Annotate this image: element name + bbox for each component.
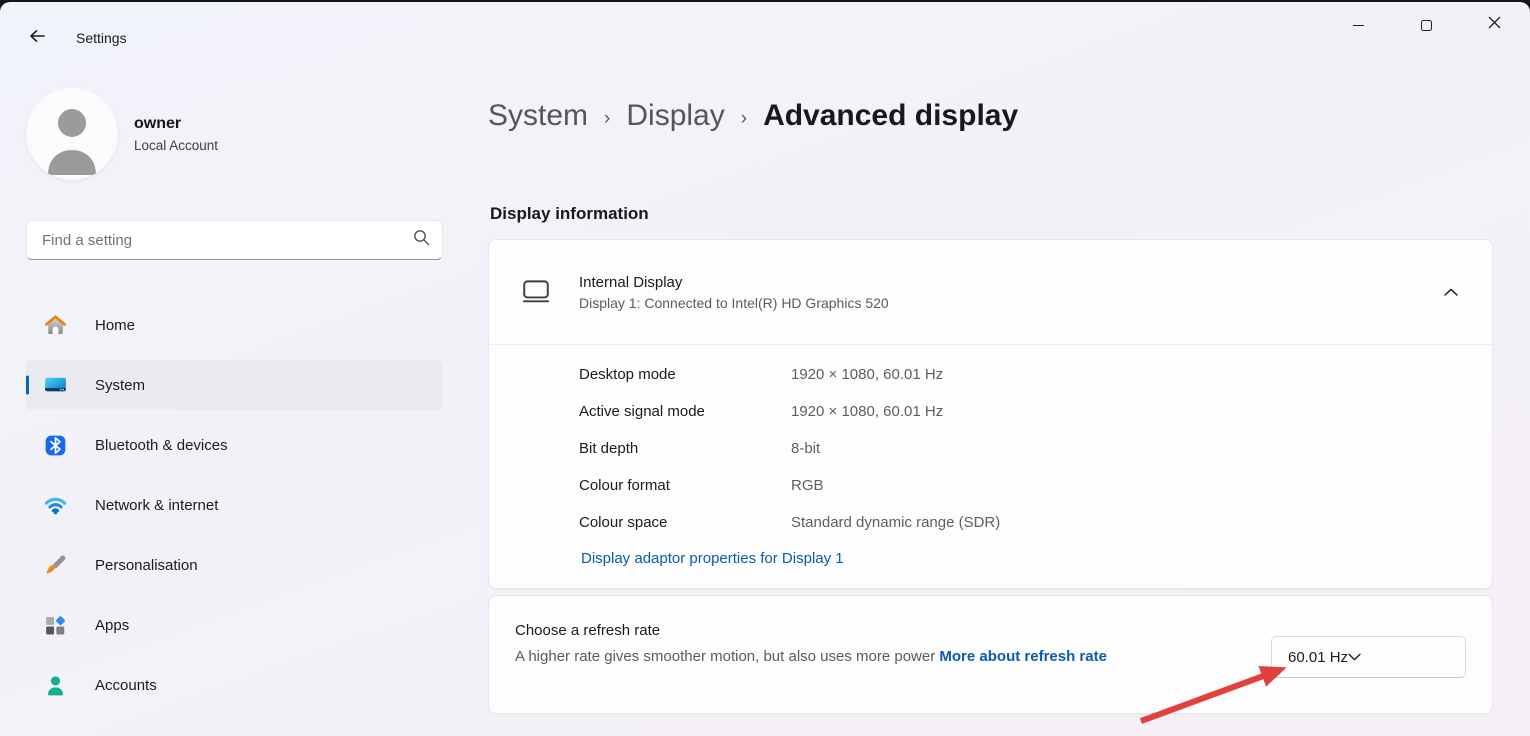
search-box xyxy=(26,220,443,260)
detail-value: 1920 × 1080, 60.01 Hz xyxy=(791,403,943,420)
sidebar-item-label: Bluetooth & devices xyxy=(95,437,228,454)
detail-row-desktop-mode: Desktop mode 1920 × 1080, 60.01 Hz xyxy=(579,356,1492,393)
display-card-header[interactable]: Internal Display Display 1: Connected to… xyxy=(489,240,1492,345)
detail-value: 8-bit xyxy=(791,440,820,457)
accounts-icon xyxy=(43,673,68,698)
selection-indicator xyxy=(26,376,29,395)
sidebar-item-label: Accounts xyxy=(95,677,157,694)
maximize-icon xyxy=(1421,20,1432,31)
refresh-rate-description: A higher rate gives smoother motion, but… xyxy=(515,646,1155,668)
detail-label: Active signal mode xyxy=(579,403,791,420)
chevron-down-icon xyxy=(1348,648,1361,666)
sidebar-item-bluetooth-devices[interactable]: Bluetooth & devices xyxy=(26,420,443,470)
back-arrow-icon xyxy=(28,28,46,49)
dropdown-selected-value: 60.01 Hz xyxy=(1288,649,1348,666)
sidebar-item-label: Apps xyxy=(95,617,129,634)
person-icon xyxy=(26,89,118,180)
collapse-button[interactable] xyxy=(1434,277,1468,307)
maximize-button[interactable] xyxy=(1403,8,1449,42)
system-icon xyxy=(43,373,68,398)
detail-label: Colour format xyxy=(579,477,791,494)
detail-row-colour-format: Colour format RGB xyxy=(579,467,1492,504)
close-button[interactable] xyxy=(1471,8,1517,42)
detail-row-colour-space: Colour space Standard dynamic range (SDR… xyxy=(579,504,1492,541)
breadcrumb-item-system[interactable]: System xyxy=(488,99,588,133)
profile-name: owner xyxy=(134,115,218,133)
back-button[interactable] xyxy=(22,24,52,52)
sidebar-nav: Home System Blueto xyxy=(26,300,443,720)
minimize-icon xyxy=(1353,25,1364,26)
section-title: Display information xyxy=(490,204,649,224)
detail-value: 1920 × 1080, 60.01 Hz xyxy=(791,366,943,383)
chevron-up-icon xyxy=(1444,283,1458,301)
window-title: Settings xyxy=(76,30,127,46)
breadcrumb-current-page: Advanced display xyxy=(763,99,1018,133)
refresh-rate-card: Choose a refresh rate A higher rate give… xyxy=(488,595,1493,714)
detail-value: Standard dynamic range (SDR) xyxy=(791,514,1000,531)
more-about-refresh-rate-link[interactable]: More about refresh rate xyxy=(939,648,1107,665)
apps-icon xyxy=(43,613,68,638)
display-card-header-text: Internal Display Display 1: Connected to… xyxy=(579,274,889,311)
refresh-rate-description-text: A higher rate gives smoother motion, but… xyxy=(515,648,935,665)
avatar xyxy=(26,88,118,180)
breadcrumb-item-display[interactable]: Display xyxy=(626,99,724,133)
detail-label: Colour space xyxy=(579,514,791,531)
sidebar-item-label: System xyxy=(95,377,145,394)
profile[interactable]: owner Local Account xyxy=(26,88,218,180)
profile-text: owner Local Account xyxy=(134,115,218,153)
sidebar-item-system[interactable]: System xyxy=(26,360,443,410)
display-details: Desktop mode 1920 × 1080, 60.01 Hz Activ… xyxy=(489,345,1492,568)
detail-label: Desktop mode xyxy=(579,366,791,383)
sidebar-item-label: Home xyxy=(95,317,135,334)
detail-row-bit-depth: Bit depth 8-bit xyxy=(579,430,1492,467)
display-info-card: Internal Display Display 1: Connected to… xyxy=(488,239,1493,589)
breadcrumb-separator-icon: › xyxy=(741,103,747,130)
settings-window: Settings owner Local Account xyxy=(0,2,1530,736)
display-adapter-properties-link[interactable]: Display adaptor properties for Display 1 xyxy=(581,550,844,567)
laptop-display-icon xyxy=(521,277,555,307)
close-icon xyxy=(1488,16,1501,34)
detail-row-active-signal-mode: Active signal mode 1920 × 1080, 60.01 Hz xyxy=(579,393,1492,430)
search-icon xyxy=(413,229,430,251)
sidebar-item-label: Network & internet xyxy=(95,497,218,514)
search-input[interactable] xyxy=(42,232,413,249)
personalisation-icon xyxy=(43,553,68,578)
detail-value: RGB xyxy=(791,477,824,494)
sidebar-item-label: Personalisation xyxy=(95,557,198,574)
display-card-title: Internal Display xyxy=(579,274,889,291)
sidebar-item-network-internet[interactable]: Network & internet xyxy=(26,480,443,530)
display-card-subtitle: Display 1: Connected to Intel(R) HD Grap… xyxy=(579,295,889,311)
sidebar-item-personalisation[interactable]: Personalisation xyxy=(26,540,443,590)
minimize-button[interactable] xyxy=(1335,8,1381,42)
home-icon xyxy=(43,313,68,338)
bluetooth-icon xyxy=(43,433,68,458)
breadcrumb: System › Display › Advanced display xyxy=(488,94,1018,138)
profile-account-type: Local Account xyxy=(134,138,218,153)
sidebar-item-home[interactable]: Home xyxy=(26,300,443,350)
detail-label: Bit depth xyxy=(579,440,791,457)
sidebar-item-apps[interactable]: Apps xyxy=(26,600,443,650)
breadcrumb-separator-icon: › xyxy=(604,103,610,130)
sidebar-item-accounts[interactable]: Accounts xyxy=(26,660,443,710)
network-icon xyxy=(43,493,68,518)
refresh-rate-dropdown[interactable]: 60.01 Hz xyxy=(1271,636,1466,678)
window-controls xyxy=(1335,8,1517,42)
